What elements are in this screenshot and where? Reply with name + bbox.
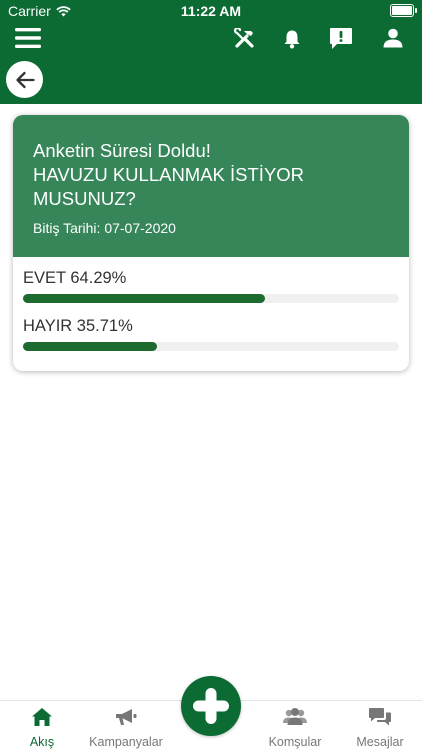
poll-option-progress bbox=[23, 342, 399, 351]
app-header: Carrier 11:22 AM bbox=[0, 0, 422, 104]
tab-akis[interactable]: Akış bbox=[5, 701, 79, 751]
user-icon[interactable] bbox=[381, 27, 405, 49]
add-button[interactable] bbox=[181, 676, 241, 736]
poll-card: Anketin Süresi Doldu! HAVUZU KULLANMAK İ… bbox=[13, 115, 409, 371]
battery-icon bbox=[390, 4, 417, 17]
tab-komsular[interactable]: Komşular bbox=[258, 701, 332, 751]
people-icon bbox=[283, 708, 307, 725]
status-time: 11:22 AM bbox=[180, 3, 242, 19]
menu-icon[interactable] bbox=[14, 26, 42, 50]
poll-option-progress-fill bbox=[23, 294, 265, 303]
tab-kampanyalar[interactable]: Kampanyalar bbox=[83, 701, 169, 751]
megaphone-icon bbox=[116, 709, 137, 725]
tab-mesajlar[interactable]: Mesajlar bbox=[346, 701, 414, 751]
poll-option-label: EVET 64.29% bbox=[23, 269, 127, 287]
poll-card-header: Anketin Süresi Doldu! HAVUZU KULLANMAK İ… bbox=[13, 115, 409, 257]
chat-icon bbox=[369, 708, 391, 726]
tab-label: Komşular bbox=[268, 735, 322, 749]
back-arrow-icon bbox=[15, 71, 35, 88]
poll-option-label: HAYIR 35.71% bbox=[23, 317, 133, 335]
tab-label: Akış bbox=[29, 735, 55, 749]
tools-icon[interactable] bbox=[233, 27, 257, 49]
poll-status-title: Anketin Süresi Doldu! bbox=[33, 140, 211, 161]
plus-icon bbox=[193, 688, 229, 724]
poll-option-progress bbox=[23, 294, 399, 303]
poll-end-date: Bitiş Tarihi: 07-07-2020 bbox=[33, 220, 176, 236]
poll-question: HAVUZU KULLANMAK İSTİYOR MUSUNUZ? bbox=[33, 164, 305, 209]
poll-option-progress-fill bbox=[23, 342, 158, 351]
bell-icon[interactable] bbox=[281, 28, 303, 50]
home-icon bbox=[32, 708, 52, 726]
report-icon[interactable] bbox=[328, 26, 354, 50]
tab-label: Mesajlar bbox=[356, 735, 404, 749]
status-bar: Carrier 11:22 AM bbox=[0, 0, 422, 22]
tab-label: Kampanyalar bbox=[89, 735, 163, 749]
back-button[interactable] bbox=[6, 61, 43, 98]
